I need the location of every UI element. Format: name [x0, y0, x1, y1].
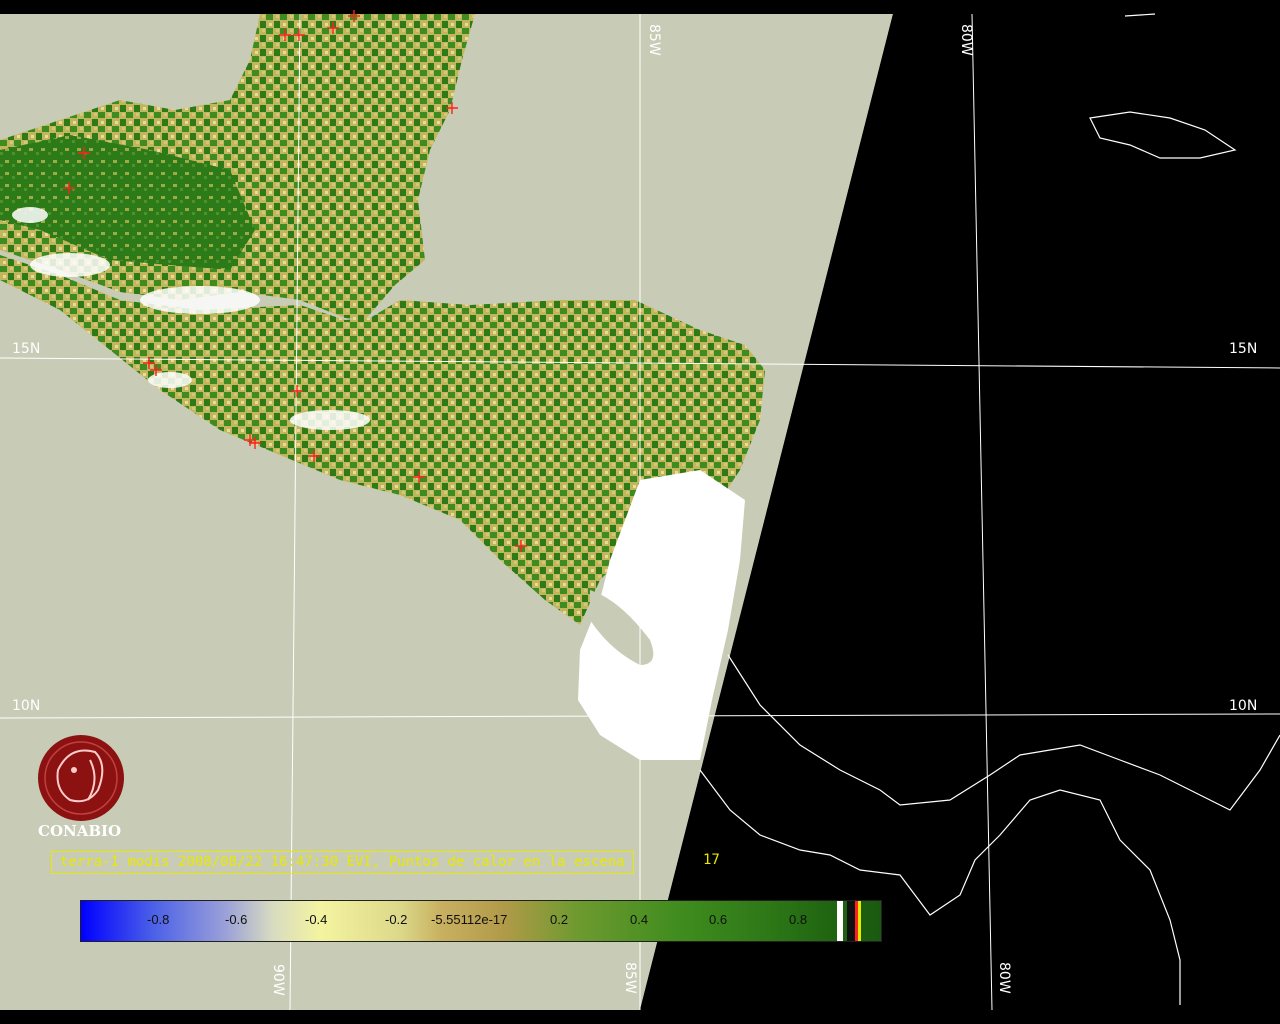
- conabio-logo-text: CONABIO: [38, 822, 122, 840]
- colorbar-tick: 0.4: [630, 912, 649, 927]
- lon-label-80w-bottom: 80W: [996, 962, 1012, 994]
- lat-label-10n-left: 10N: [12, 698, 41, 714]
- colorbar-night-swatch: [847, 901, 855, 941]
- lat-label-10n-right: 10N: [1229, 698, 1258, 714]
- lon-label-80w-top: 80W: [958, 24, 974, 56]
- colorbar-tick: 0.6: [709, 912, 728, 927]
- scene-caption: terra-1 modis 2008/08/22 16:47:30 EVI, P…: [51, 851, 634, 874]
- lat-label-15n-left: 15N: [12, 341, 41, 357]
- colorbar-tick: -0.4: [305, 912, 328, 927]
- lon-label-90w-bottom: 90W: [270, 964, 286, 996]
- hotspot-count: 17: [703, 852, 720, 868]
- lon-label-85w-top: 85W: [646, 24, 662, 56]
- evi-colorbar: -0.8 -0.6 -0.4 -0.2 -5.55112e-17 0.2 0.4…: [80, 900, 882, 942]
- colorbar-tick: -0.8: [147, 912, 170, 927]
- colorbar-tick: -0.2: [385, 912, 408, 927]
- colorbar-tick: -5.55112e-17: [431, 912, 508, 927]
- lon-label-85w-bottom: 85W: [622, 962, 638, 994]
- colorbar-yellow-swatch: [858, 901, 861, 941]
- colorbar-tick: 0.2: [550, 912, 569, 927]
- colorbar-tick: -0.6: [225, 912, 248, 927]
- conabio-logo-icon: [38, 735, 124, 821]
- colorbar-tick: 0.8: [789, 912, 808, 927]
- colorbar-cloud-swatch: [837, 901, 843, 941]
- lat-label-15n-right: 15N: [1229, 341, 1258, 357]
